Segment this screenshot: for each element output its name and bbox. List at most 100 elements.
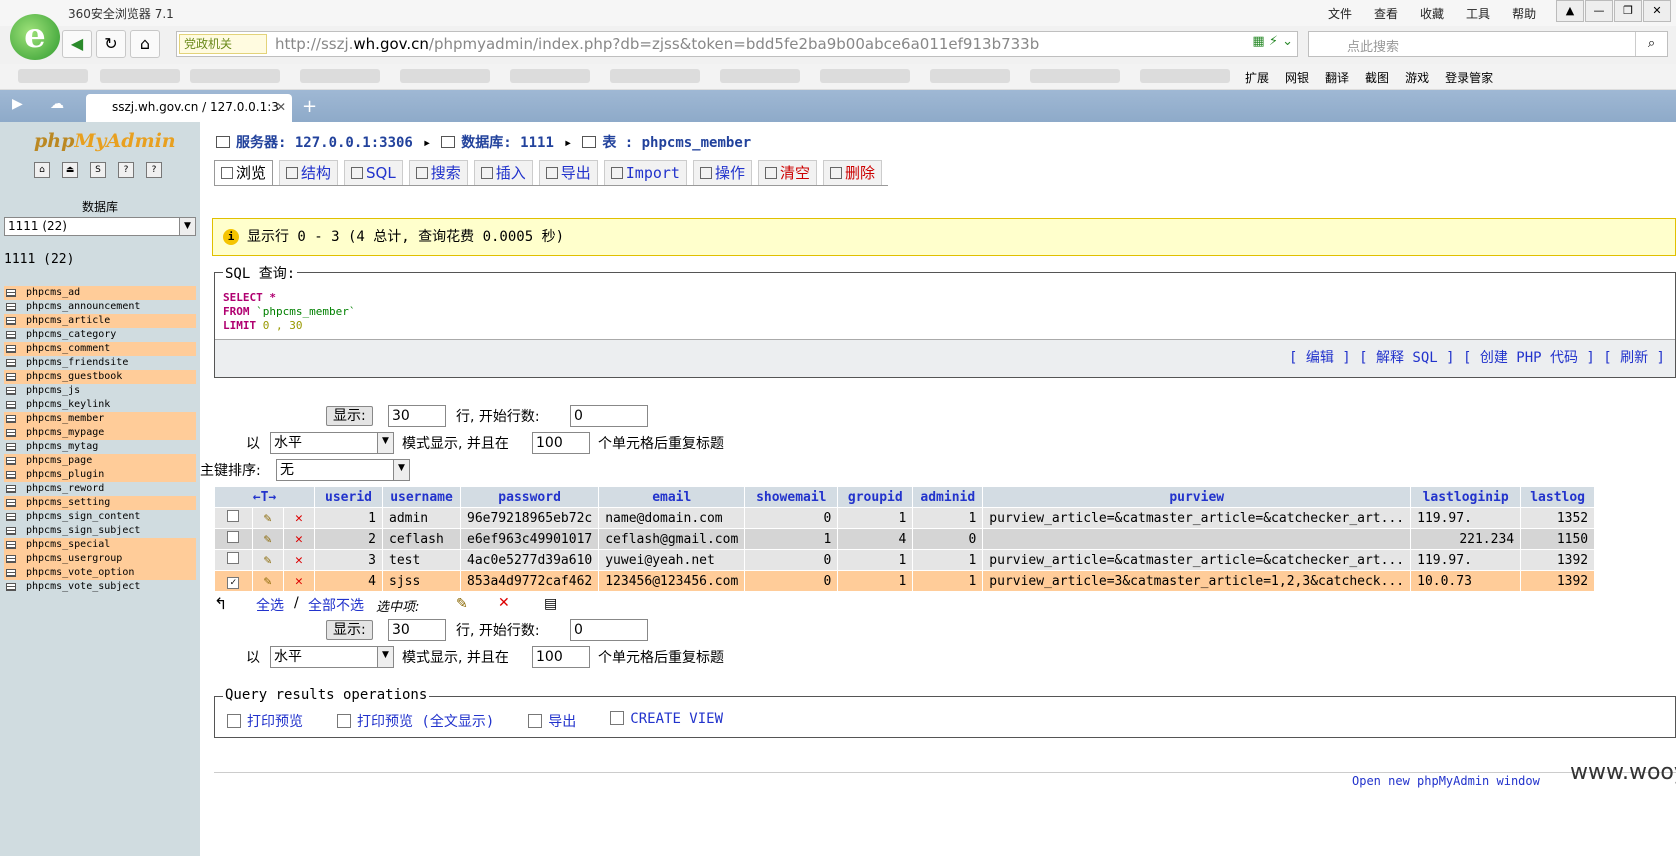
column-resize-arrows[interactable]: ←T→ bbox=[214, 486, 315, 508]
table-list-item[interactable]: phpcms_reword bbox=[4, 482, 196, 496]
address-bar[interactable]: 党政机关 http://sszj.wh.gov.cn/phpmyadmin/in… bbox=[176, 31, 1298, 57]
tool-banking[interactable]: 网银 bbox=[1285, 69, 1309, 86]
table-list-item[interactable]: phpcms_announcement bbox=[4, 300, 196, 314]
menu-tools[interactable]: 工具 bbox=[1466, 5, 1490, 22]
bookmark-item[interactable] bbox=[18, 69, 88, 83]
docs-icon[interactable]: ? bbox=[118, 162, 134, 178]
database-heading[interactable]: 1111 (22) bbox=[4, 252, 74, 267]
tab-search[interactable]: 搜索 bbox=[408, 160, 468, 185]
table-icon[interactable] bbox=[6, 457, 16, 465]
table-icon[interactable] bbox=[6, 401, 16, 409]
table-icon[interactable] bbox=[6, 485, 16, 493]
chevron-down-icon[interactable]: ▼ bbox=[377, 647, 393, 667]
delete-icon[interactable]: ✕ bbox=[282, 528, 316, 550]
table-list-item[interactable]: phpcms_special bbox=[4, 538, 196, 552]
delete-icon[interactable]: ✕ bbox=[282, 507, 316, 529]
table-list-item[interactable]: phpcms_vote_subject bbox=[4, 580, 196, 594]
header-password[interactable]: password bbox=[459, 486, 600, 508]
table-row[interactable]: ✎ ✕ 1 admin 96e79218965eb72c name@domain… bbox=[214, 507, 1596, 529]
browser-tab[interactable]: sszj.wh.gov.cn / 127.0.0.1:3 ✕ bbox=[86, 94, 292, 122]
table-icon[interactable] bbox=[6, 373, 16, 381]
export-link[interactable]: 导出 bbox=[528, 711, 576, 731]
breadcrumb-database[interactable]: 数据库: 1111 bbox=[461, 135, 554, 151]
tab-sql[interactable]: SQL bbox=[344, 160, 403, 185]
header-userid[interactable]: userid bbox=[314, 486, 383, 508]
gov-badge[interactable]: 党政机关 bbox=[179, 34, 267, 54]
start-input-bottom[interactable]: 0 bbox=[570, 619, 648, 641]
check-all-link[interactable]: 全选 bbox=[256, 595, 284, 615]
search-icon[interactable]: ⌕ bbox=[1635, 32, 1667, 56]
checkbox-icon[interactable] bbox=[227, 531, 240, 543]
header-lastloginip[interactable]: lastloginip bbox=[1410, 486, 1522, 508]
table-list-item[interactable]: phpcms_js bbox=[4, 384, 196, 398]
header-username[interactable]: username bbox=[382, 486, 461, 508]
bookmark-item[interactable] bbox=[100, 69, 180, 83]
tab-export[interactable]: 导出 bbox=[538, 160, 598, 185]
menu-file[interactable]: 文件 bbox=[1328, 5, 1352, 22]
table-list-item[interactable]: phpcms_category bbox=[4, 328, 196, 342]
table-icon[interactable] bbox=[6, 317, 16, 325]
chevron-down-icon[interactable]: ▼ bbox=[377, 433, 393, 453]
delete-icon[interactable]: ✕ bbox=[282, 570, 316, 592]
bookmark-item[interactable] bbox=[930, 69, 1010, 83]
repeat-input[interactable]: 100 bbox=[532, 432, 590, 454]
mode-select[interactable]: 水平 ▼ bbox=[270, 432, 394, 454]
restore-button[interactable]: ❐ bbox=[1614, 0, 1642, 22]
export-selected-icon[interactable]: ▤ bbox=[544, 596, 557, 612]
table-icon[interactable] bbox=[6, 513, 16, 521]
table-icon[interactable] bbox=[6, 303, 16, 311]
exit-icon[interactable]: ⏏ bbox=[62, 162, 78, 178]
table-icon[interactable] bbox=[6, 429, 16, 437]
sidebar-toggle-icon[interactable]: ▶ bbox=[12, 96, 23, 112]
table-list-item[interactable]: phpcms_sign_content bbox=[4, 510, 196, 524]
table-list-item[interactable]: phpcms_sign_subject bbox=[4, 524, 196, 538]
tool-translate[interactable]: 翻译 bbox=[1325, 69, 1349, 86]
skin-icon[interactable]: ▲ bbox=[1556, 0, 1584, 22]
docs-sql-icon[interactable]: ? bbox=[146, 162, 162, 178]
tab-empty[interactable]: 清空 bbox=[757, 160, 817, 185]
search-box[interactable]: 点此搜索 ⌕ bbox=[1308, 31, 1668, 57]
table-icon[interactable] bbox=[6, 499, 16, 507]
create-view-link[interactable]: CREATE VIEW bbox=[610, 711, 723, 731]
table-icon[interactable] bbox=[6, 583, 16, 591]
pk-select[interactable]: 无 ▼ bbox=[276, 459, 410, 481]
table-icon[interactable] bbox=[6, 359, 16, 367]
bookmark-item[interactable] bbox=[610, 69, 700, 83]
rows-input[interactable]: 30 bbox=[388, 405, 446, 427]
table-icon[interactable] bbox=[6, 541, 16, 549]
table-list-item[interactable]: phpcms_member bbox=[4, 412, 196, 426]
breadcrumb-table[interactable]: 表 : phpcms_member bbox=[602, 135, 751, 151]
bookmark-item[interactable] bbox=[300, 69, 380, 83]
tab-insert[interactable]: 插入 bbox=[473, 160, 533, 185]
minimize-button[interactable]: — bbox=[1585, 0, 1613, 22]
url-text[interactable]: http://sszj.wh.gov.cn/phpmyadmin/index.p… bbox=[275, 35, 1039, 53]
table-list-item[interactable]: phpcms_vote_option bbox=[4, 566, 196, 580]
table-list-item[interactable]: phpcms_article bbox=[4, 314, 196, 328]
table-icon[interactable] bbox=[6, 555, 16, 563]
bookmark-item[interactable] bbox=[1140, 69, 1230, 83]
header-email[interactable]: email bbox=[598, 486, 746, 508]
address-icons[interactable]: ▦ ⚡ ⌄ bbox=[1252, 34, 1293, 49]
sql-icon[interactable]: S bbox=[90, 162, 106, 178]
table-icon[interactable] bbox=[6, 443, 16, 451]
print-view-full-link[interactable]: 打印预览 (全文显示) bbox=[337, 711, 494, 731]
breadcrumb-server[interactable]: 服务器: 127.0.0.1:3306 bbox=[236, 135, 413, 151]
tool-screenshot[interactable]: 截图 bbox=[1365, 69, 1389, 86]
edit-icon[interactable]: ✎ bbox=[251, 528, 284, 550]
checkbox-icon[interactable] bbox=[227, 510, 240, 522]
menu-favorites[interactable]: 收藏 bbox=[1420, 5, 1444, 22]
edit-selected-icon[interactable]: ✎ bbox=[456, 596, 468, 612]
rows-input-bottom[interactable]: 30 bbox=[388, 619, 446, 641]
browser-logo-icon[interactable]: e bbox=[10, 14, 60, 60]
menu-help[interactable]: 帮助 bbox=[1512, 5, 1536, 22]
chevron-down-icon[interactable]: ▼ bbox=[393, 460, 409, 480]
cloud-icon[interactable]: ☁ bbox=[50, 96, 64, 112]
row-checkbox[interactable] bbox=[214, 549, 253, 571]
table-icon[interactable] bbox=[6, 569, 16, 577]
row-checkbox[interactable] bbox=[214, 507, 253, 529]
sql-tools[interactable]: [ 编辑 ] [ 解释 SQL ] [ 创建 PHP 代码 ] [ 刷新 ] bbox=[215, 339, 1675, 377]
table-list-item[interactable]: phpcms_guestbook bbox=[4, 370, 196, 384]
database-select[interactable]: 1111 (22) ▼ bbox=[4, 217, 196, 236]
table-list-item[interactable]: phpcms_setting bbox=[4, 496, 196, 510]
tab-structure[interactable]: 结构 bbox=[279, 160, 339, 185]
